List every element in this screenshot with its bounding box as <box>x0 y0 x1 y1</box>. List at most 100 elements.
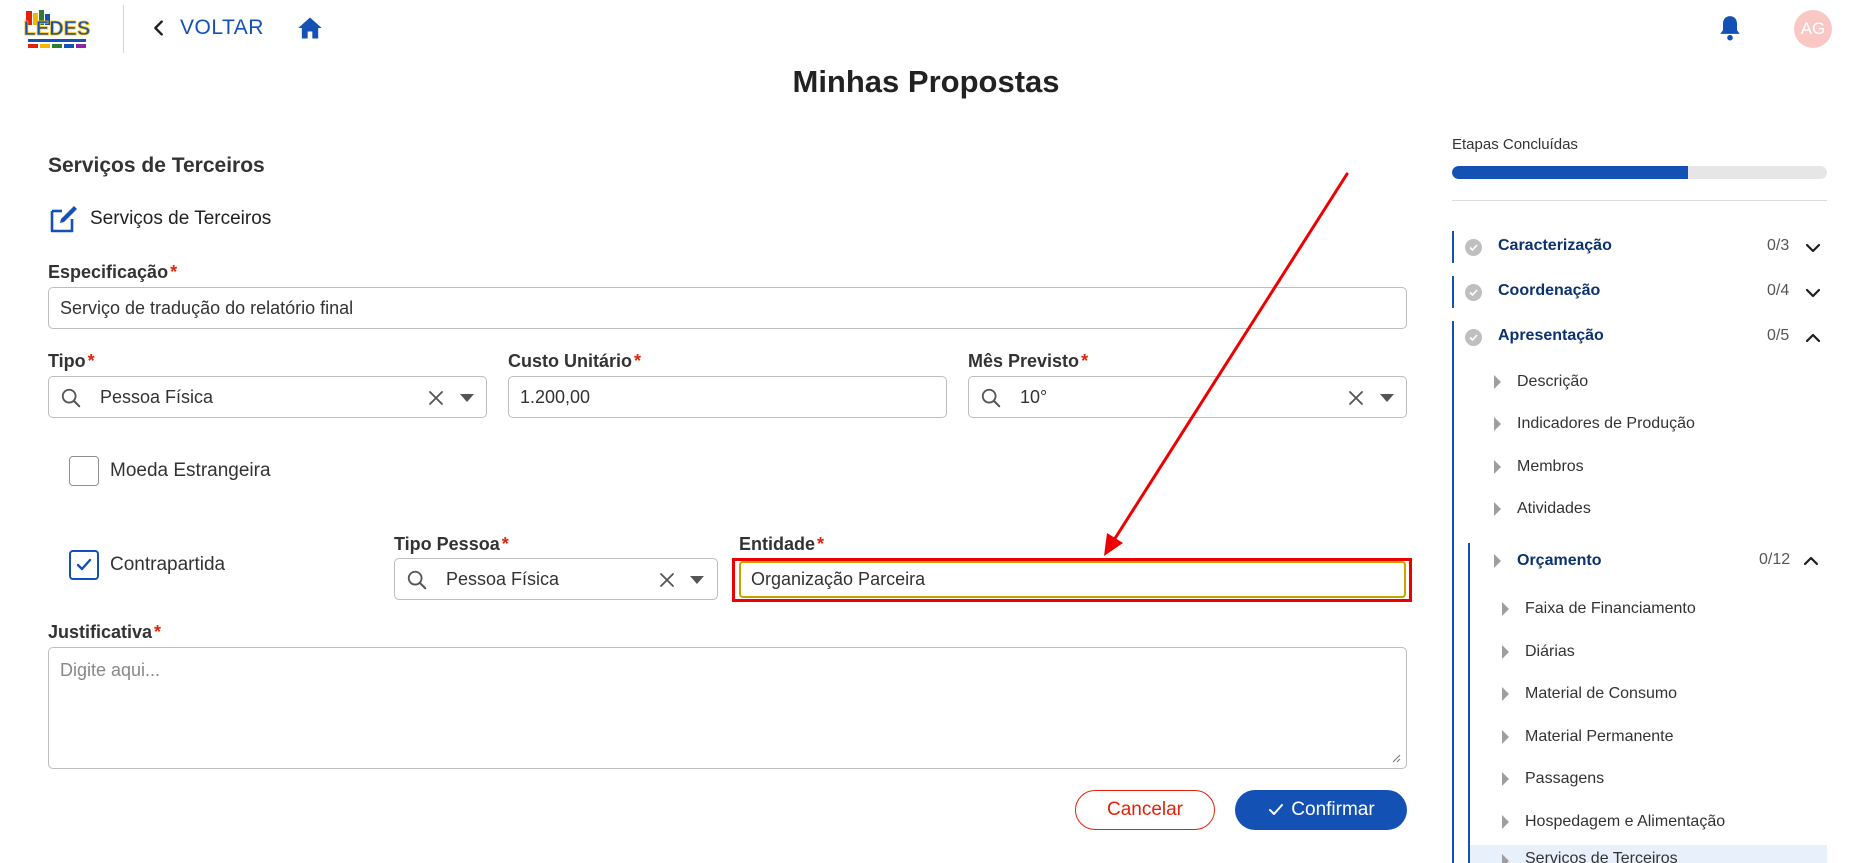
justificativa-placeholder: Digite aqui... <box>60 660 161 680</box>
caret-right-icon <box>1502 854 1509 863</box>
tipo-pessoa-label: Tipo Pessoa * <box>394 534 509 555</box>
cancel-button[interactable]: Cancelar <box>1075 790 1215 830</box>
caret-right-icon <box>1494 375 1501 389</box>
sub-item-servicos-terceiros[interactable]: Serviços de Terceiros <box>1502 850 1678 863</box>
caret-right-icon <box>1494 460 1501 474</box>
step-indicator-bar <box>1452 231 1454 263</box>
step-caracterizacao[interactable]: Caracterização 0/3 <box>1452 231 1827 263</box>
sub-item-label: Hospedagem e Alimentação <box>1525 813 1726 830</box>
mes-previsto-select[interactable]: 10° <box>968 376 1407 418</box>
sub-item-label: Atividades <box>1517 500 1591 517</box>
confirm-button-label: Confirmar <box>1291 799 1375 820</box>
tipo-pessoa-select[interactable]: Pessoa Física <box>394 558 718 600</box>
clear-icon[interactable] <box>658 571 676 589</box>
sub-item-membros[interactable]: Membros <box>1494 454 1584 480</box>
custo-unitario-label-text: Custo Unitário <box>508 351 632 371</box>
sub-item-material-permanente[interactable]: Material Permanente <box>1502 724 1674 750</box>
chevron-up-icon[interactable] <box>1805 330 1821 346</box>
clear-icon[interactable] <box>427 389 445 407</box>
custo-unitario-label: Custo Unitário * <box>508 351 641 372</box>
chevron-down-icon[interactable] <box>1805 285 1821 301</box>
tipo-label-text: Tipo <box>48 351 86 371</box>
step-coordenacao[interactable]: Coordenação 0/4 <box>1452 276 1827 308</box>
home-icon[interactable] <box>296 14 324 42</box>
required-marker: * <box>817 534 825 554</box>
checkbox-box-checked[interactable] <box>69 550 99 580</box>
orcamento-count: 0/12 <box>1759 551 1791 568</box>
especificacao-input[interactable]: Serviço de tradução do relatório final <box>48 287 1407 329</box>
sub-item-orcamento[interactable]: Orçamento <box>1494 548 1601 574</box>
resize-handle-icon[interactable] <box>1391 753 1401 763</box>
entidade-input[interactable]: Organização Parceira <box>739 561 1406 598</box>
back-button[interactable]: VOLTAR <box>148 14 264 42</box>
tipo-pessoa-label-text: Tipo Pessoa <box>394 534 500 554</box>
justificativa-textarea[interactable]: Digite aqui... <box>48 647 1407 769</box>
sub-item-material-consumo[interactable]: Material de Consumo <box>1502 681 1677 707</box>
chevron-down-icon[interactable] <box>1805 240 1821 256</box>
page-title: Minhas Propostas <box>792 64 1060 99</box>
moeda-estrangeira-checkbox[interactable]: Moeda Estrangeira <box>69 456 271 486</box>
ledes-logo[interactable]: LEDES <box>22 5 92 55</box>
caret-right-icon <box>1502 772 1509 786</box>
tipo-pessoa-value: Pessoa Física <box>446 569 560 589</box>
chevron-up-icon[interactable] <box>1803 553 1819 569</box>
sub-item-label: Membros <box>1517 458 1584 475</box>
contrapartida-label: Contrapartida <box>110 554 226 575</box>
sub-item-passagens[interactable]: Passagens <box>1502 766 1604 792</box>
sub-item-indicadores[interactable]: Indicadores de Produção <box>1494 411 1695 437</box>
justificativa-label: Justificativa * <box>48 622 161 643</box>
logo-wordmark: LEDES <box>24 18 91 40</box>
avatar[interactable]: AG <box>1794 10 1832 48</box>
checkbox-box[interactable] <box>69 456 99 486</box>
entidade-label: Entidade * <box>739 534 824 555</box>
steps-title: Etapas Concluídas <box>1452 136 1578 153</box>
required-marker: * <box>634 351 642 371</box>
step-count: 0/5 <box>1767 327 1790 344</box>
subsection-header: Serviços de Terceiros <box>48 203 271 235</box>
sub-item-label: Indicadores de Produção <box>1517 415 1695 432</box>
required-marker: * <box>170 262 178 282</box>
caret-right-icon <box>1502 602 1509 616</box>
contrapartida-checkbox[interactable]: Contrapartida <box>69 550 225 580</box>
step-label: Apresentação <box>1498 327 1604 344</box>
sub-item-descricao[interactable]: Descrição <box>1494 369 1588 395</box>
sub-item-label: Orçamento <box>1517 552 1602 569</box>
sub-item-hospedagem[interactable]: Hospedagem e Alimentação <box>1502 809 1725 835</box>
sub-item-label: Faixa de Financiamento <box>1525 600 1696 617</box>
sub-item-atividades[interactable]: Atividades <box>1494 496 1591 522</box>
caret-right-icon <box>1494 502 1501 516</box>
caret-right-icon <box>1502 687 1509 701</box>
section-title: Serviços de Terceiros <box>48 154 265 177</box>
check-icon <box>1269 804 1284 815</box>
caret-down-icon[interactable] <box>460 394 474 402</box>
caret-down-icon[interactable] <box>690 576 704 584</box>
subsection-title: Serviços de Terceiros <box>90 208 272 229</box>
moeda-estrangeira-label: Moeda Estrangeira <box>110 460 271 481</box>
top-bar: LEDES VOLTAR AG <box>0 0 1852 58</box>
caret-down-icon[interactable] <box>1380 394 1394 402</box>
progress-fill <box>1452 166 1689 179</box>
sub-item-faixa-financiamento[interactable]: Faixa de Financiamento <box>1502 596 1696 622</box>
especificacao-value: Serviço de tradução do relatório final <box>60 297 354 318</box>
required-marker: * <box>501 534 509 554</box>
check-circle-icon <box>1465 329 1482 346</box>
custo-unitario-input[interactable]: 1.200,00 <box>508 376 947 418</box>
bell-icon[interactable] <box>1717 14 1743 42</box>
tipo-value: Pessoa Física <box>100 387 214 407</box>
step-count: 0/4 <box>1767 282 1790 299</box>
caret-right-icon <box>1494 417 1501 431</box>
step-label: Caracterização <box>1498 237 1612 254</box>
caret-right-icon <box>1502 815 1509 829</box>
mes-previsto-label: Mês Previsto * <box>968 351 1088 372</box>
confirm-button[interactable]: Confirmar <box>1235 790 1407 830</box>
caret-right-icon <box>1502 730 1509 744</box>
sub-item-diarias[interactable]: Diárias <box>1502 639 1575 665</box>
chevron-left-icon <box>154 20 163 36</box>
step-count: 0/3 <box>1767 237 1790 254</box>
clear-icon[interactable] <box>1347 389 1365 407</box>
tipo-select[interactable]: Pessoa Física <box>48 376 487 418</box>
orcamento-indicator-bar <box>1468 543 1470 863</box>
caret-right-icon <box>1502 645 1509 659</box>
justificativa-label-text: Justificativa <box>48 622 153 642</box>
sub-item-label: Material de Consumo <box>1525 685 1678 702</box>
